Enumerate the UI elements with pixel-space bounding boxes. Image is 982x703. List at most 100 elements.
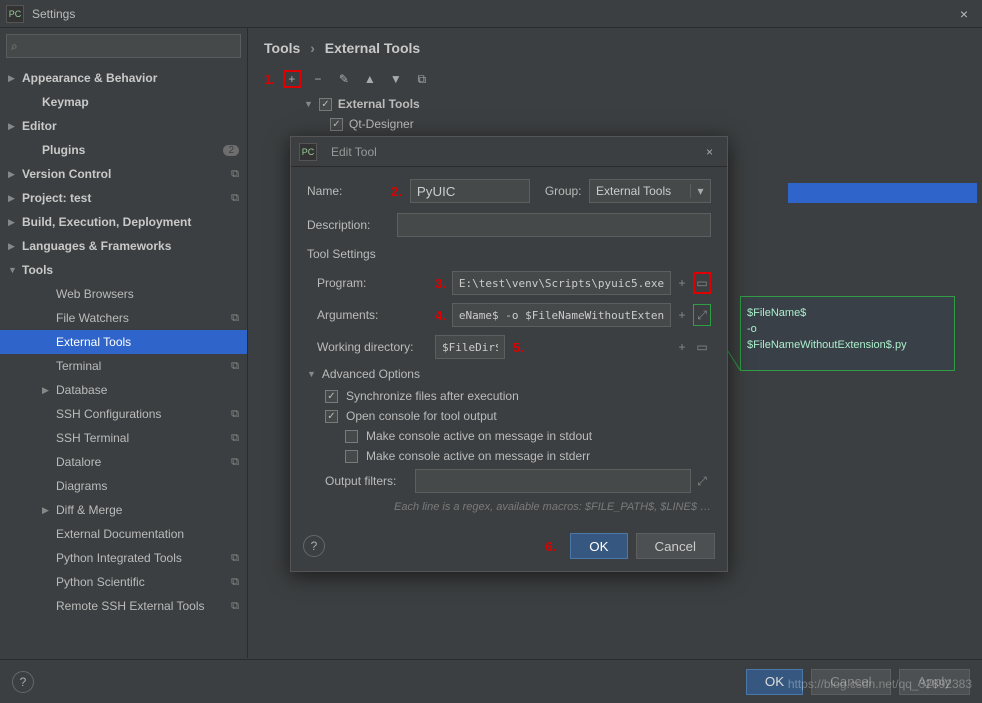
footer-help-button[interactable]: ? <box>12 671 34 693</box>
insert-macro-icon[interactable]: + <box>673 304 691 326</box>
stderr-checkbox[interactable] <box>345 450 358 463</box>
sidebar-item-languages-frameworks[interactable]: ▶Languages & Frameworks <box>0 234 247 258</box>
dialog-title: Edit Tool <box>331 145 377 159</box>
sidebar-item-diagrams[interactable]: Diagrams <box>0 474 247 498</box>
sidebar-item-remote-ssh-external-tools[interactable]: Remote SSH External Tools⧉ <box>0 594 247 618</box>
edit-button[interactable]: ✎ <box>335 70 353 88</box>
chevron-right-icon: ▶ <box>8 241 22 252</box>
sidebar-item-datalore[interactable]: Datalore⧉ <box>0 450 247 474</box>
group-dropdown[interactable]: External Tools ▾ <box>589 179 711 203</box>
sidebar-item-web-browsers[interactable]: Web Browsers <box>0 282 247 306</box>
sidebar-item-label: Python Scientific <box>56 575 231 589</box>
sidebar-item-python-scientific[interactable]: Python Scientific⧉ <box>0 570 247 594</box>
dialog-close-icon[interactable]: × <box>700 145 719 159</box>
sidebar-item-label: Database <box>56 383 247 397</box>
insert-macro-icon[interactable]: + <box>673 336 691 358</box>
sidebar-item-label: Keymap <box>42 95 247 109</box>
sidebar-item-plugins[interactable]: Plugins2 <box>0 138 247 162</box>
arguments-label: Arguments: <box>317 308 435 322</box>
sidebar-item-tools[interactable]: ▼Tools <box>0 258 247 282</box>
sidebar-item-external-documentation[interactable]: External Documentation <box>0 522 247 546</box>
arguments-input[interactable] <box>452 303 671 327</box>
sidebar-item-label: Build, Execution, Deployment <box>22 215 247 229</box>
window-title: Settings <box>32 7 75 21</box>
insert-macro-icon[interactable]: + <box>673 272 691 294</box>
move-up-button[interactable]: ▲ <box>361 70 379 88</box>
sidebar-item-file-watchers[interactable]: File Watchers⧉ <box>0 306 247 330</box>
sidebar-item-keymap[interactable]: Keymap <box>0 90 247 114</box>
stdout-checkbox[interactable] <box>345 430 358 443</box>
settings-tree[interactable]: ▶Appearance & BehaviorKeymap▶EditorPlugi… <box>0 62 247 658</box>
sidebar-item-build-execution-deployment[interactable]: ▶Build, Execution, Deployment <box>0 210 247 234</box>
advanced-header[interactable]: ▼ Advanced Options <box>307 367 711 381</box>
stdout-checkbox-row[interactable]: Make console active on message in stdout <box>345 429 711 443</box>
browse-folder-icon[interactable]: ▭ <box>693 272 711 294</box>
stderr-checkbox-row[interactable]: Make console active on message in stderr <box>345 449 711 463</box>
add-button[interactable]: + <box>283 70 301 88</box>
dialog-titlebar: PC Edit Tool × <box>291 137 727 167</box>
scope-icon: ⧉ <box>231 408 239 421</box>
scope-icon: ⧉ <box>231 192 239 205</box>
mark-3: 3. <box>435 276 446 291</box>
sidebar-item-project-test[interactable]: ▶Project: test⧉ <box>0 186 247 210</box>
description-input[interactable] <box>397 213 711 237</box>
program-label: Program: <box>317 276 435 290</box>
sidebar-item-label: Project: test <box>22 191 231 205</box>
ext-child[interactable]: ✓ Qt-Designer <box>330 114 966 134</box>
search-input[interactable] <box>6 34 241 58</box>
output-filters-input[interactable] <box>415 469 691 493</box>
sidebar-item-ssh-configurations[interactable]: SSH Configurations⧉ <box>0 402 247 426</box>
sidebar-item-label: External Documentation <box>56 527 247 541</box>
ext-root-check[interactable]: ✓ <box>319 98 332 111</box>
chevron-down-icon: ▼ <box>304 99 313 109</box>
ok-button[interactable]: OK <box>570 533 627 559</box>
sidebar-item-label: File Watchers <box>56 311 231 325</box>
sidebar-item-terminal[interactable]: Terminal⧉ <box>0 354 247 378</box>
sidebar-item-ssh-terminal[interactable]: SSH Terminal⧉ <box>0 426 247 450</box>
close-icon[interactable]: × <box>952 6 976 22</box>
sidebar-item-external-tools[interactable]: External Tools <box>0 330 247 354</box>
sync-checkbox-row[interactable]: ✓ Synchronize files after execution <box>325 389 711 403</box>
working-dir-input[interactable] <box>435 335 505 359</box>
sidebar-item-diff-merge[interactable]: ▶Diff & Merge <box>0 498 247 522</box>
sidebar-item-label: Languages & Frameworks <box>22 239 247 253</box>
ext-root[interactable]: ▼ ✓ External Tools <box>304 94 966 114</box>
sidebar-item-python-integrated-tools[interactable]: Python Integrated Tools⧉ <box>0 546 247 570</box>
program-input[interactable] <box>452 271 671 295</box>
group-label: Group: <box>545 184 582 198</box>
remove-button[interactable]: − <box>309 70 327 88</box>
ext-child-check[interactable]: ✓ <box>330 118 343 131</box>
sync-checkbox[interactable]: ✓ <box>325 390 338 403</box>
sidebar-item-label: Appearance & Behavior <box>22 71 247 85</box>
ext-root-label: External Tools <box>338 97 420 111</box>
expand-icon[interactable]: ⤢ <box>693 470 711 492</box>
annotation-box: $FileName$ -o $FileNameWithoutExtension$… <box>740 296 955 371</box>
sidebar-item-label: Datalore <box>56 455 231 469</box>
description-label: Description: <box>307 218 397 232</box>
chevron-right-icon: ▶ <box>8 217 22 228</box>
search-icon: ⌕ <box>11 39 18 54</box>
expand-icon[interactable]: ⤢ <box>693 304 711 326</box>
copy-button[interactable]: ⧉ <box>413 70 431 88</box>
name-input[interactable] <box>410 179 530 203</box>
sidebar-item-label: SSH Terminal <box>56 431 231 445</box>
sidebar-item-appearance-behavior[interactable]: ▶Appearance & Behavior <box>0 66 247 90</box>
sidebar-item-version-control[interactable]: ▶Version Control⧉ <box>0 162 247 186</box>
badge: 2 <box>223 145 239 156</box>
filters-hint: Each line is a regex, available macros: … <box>307 501 711 513</box>
cancel-button[interactable]: Cancel <box>636 533 716 559</box>
crumb-external-tools: External Tools <box>325 40 420 56</box>
help-button[interactable]: ? <box>303 535 325 557</box>
sidebar-item-database[interactable]: ▶Database <box>0 378 247 402</box>
mark-4: 4. <box>435 308 446 323</box>
browse-folder-icon[interactable]: ▭ <box>693 336 711 358</box>
crumb-tools[interactable]: Tools <box>264 40 300 56</box>
console-checkbox[interactable]: ✓ <box>325 410 338 423</box>
sidebar-item-editor[interactable]: ▶Editor <box>0 114 247 138</box>
edit-tool-dialog: PC Edit Tool × Name: 2. Group: External … <box>290 136 728 572</box>
tool-settings-header: Tool Settings <box>307 247 711 261</box>
move-down-button[interactable]: ▼ <box>387 70 405 88</box>
settings-sidebar: ⌕ ▶Appearance & BehaviorKeymap▶EditorPlu… <box>0 28 248 658</box>
console-checkbox-row[interactable]: ✓ Open console for tool output <box>325 409 711 423</box>
working-dir-label: Working directory: <box>317 340 435 354</box>
